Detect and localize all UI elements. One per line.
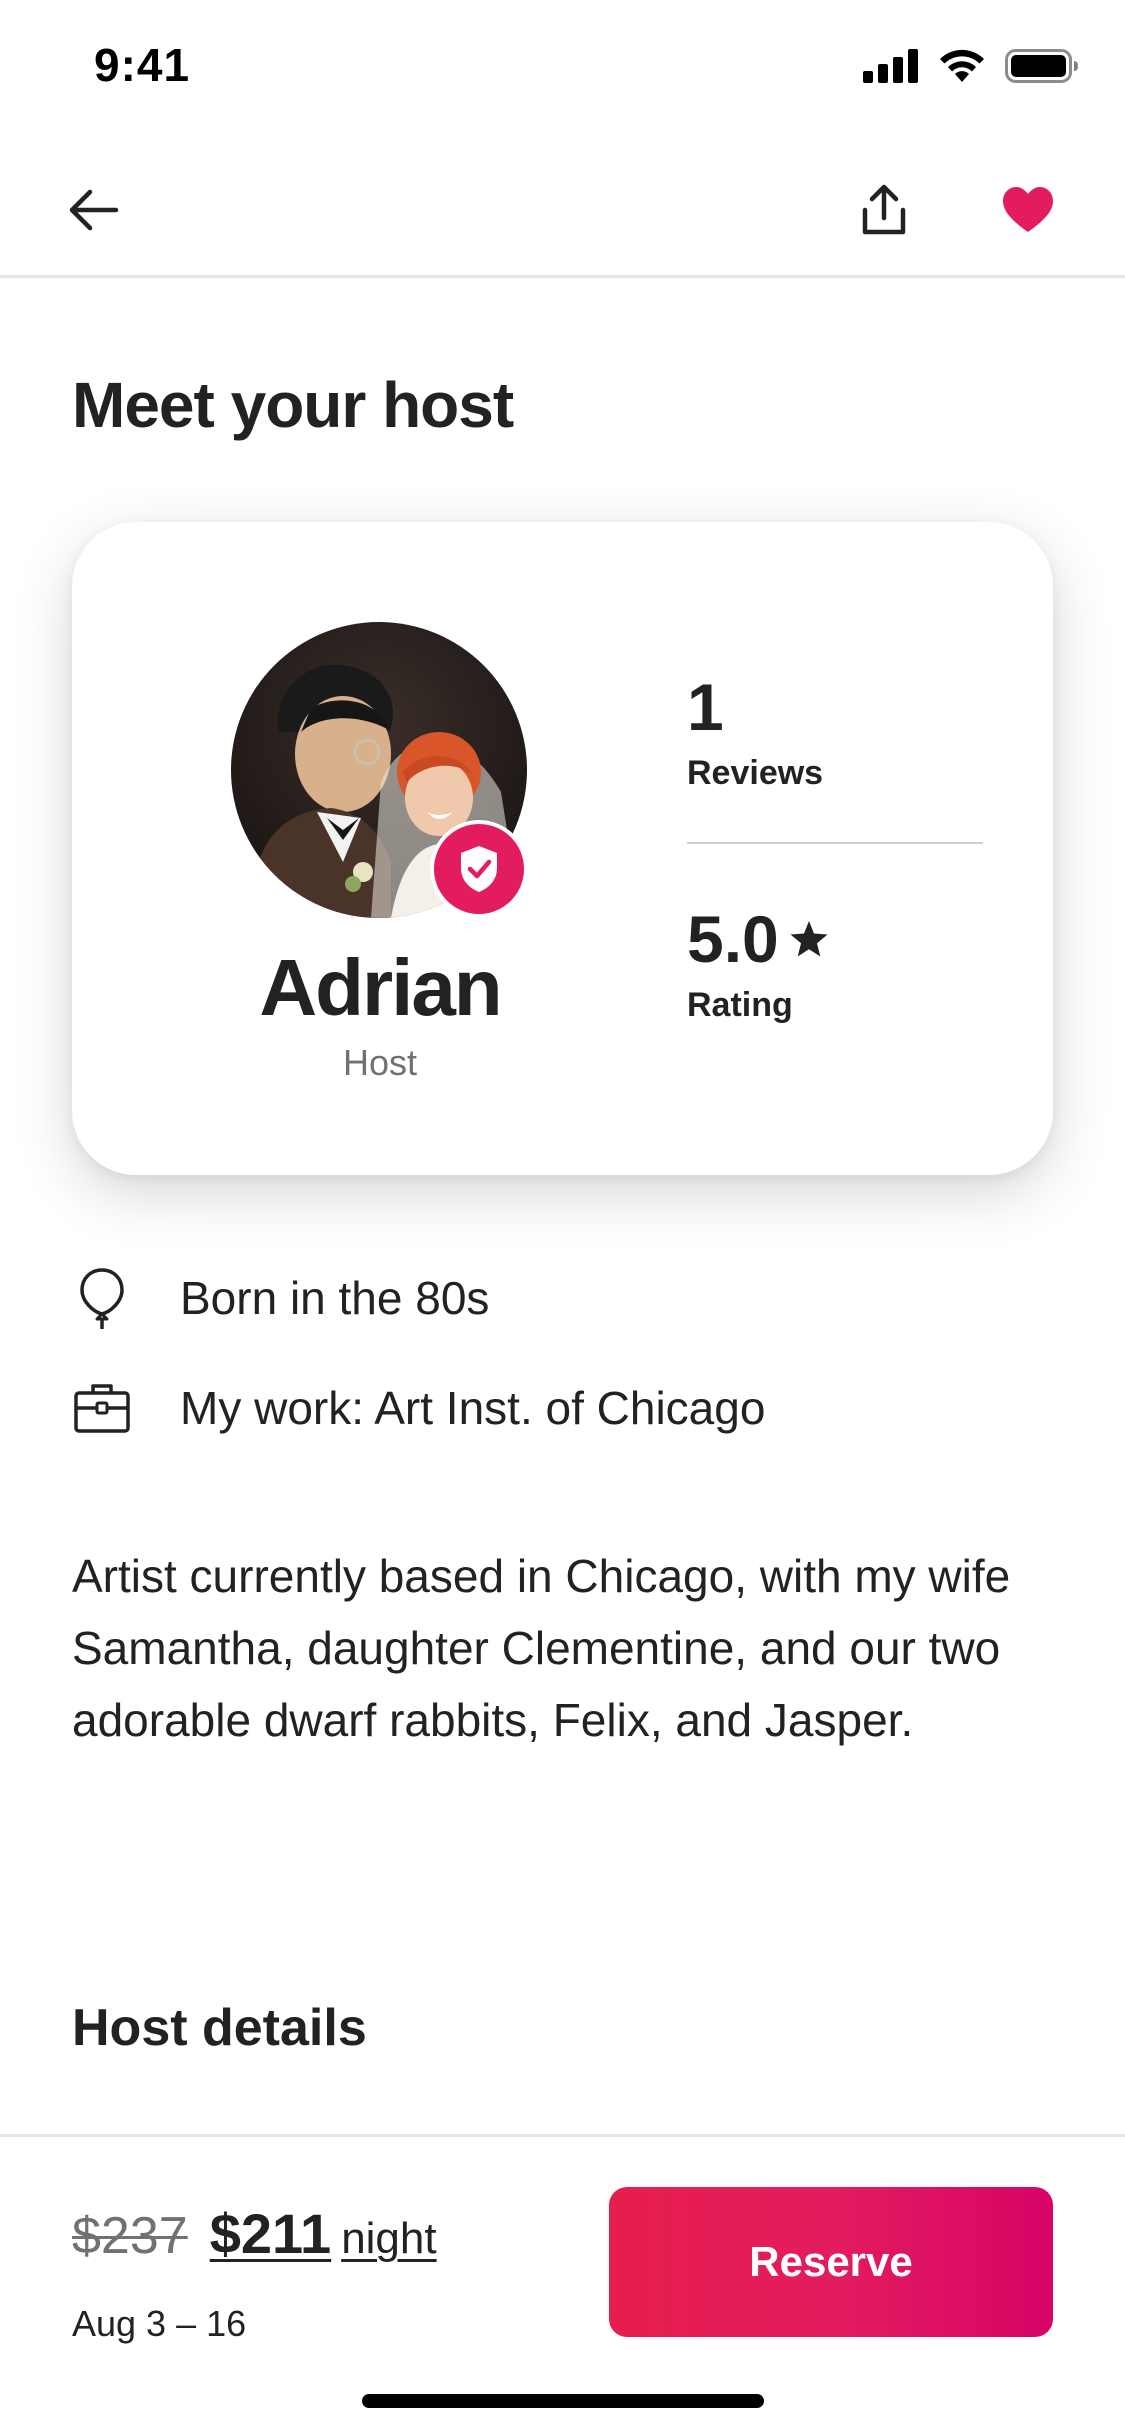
- rating-stat: 5.0 Rating: [687, 906, 829, 1025]
- save-button[interactable]: [990, 172, 1066, 248]
- status-time: 9:41: [94, 39, 191, 91]
- stat-divider: [687, 842, 983, 844]
- share-button[interactable]: [846, 172, 922, 248]
- rating-value: 5.0: [687, 902, 779, 976]
- fact-born: Born in the 80s: [72, 1268, 490, 1329]
- verified-badge: [430, 820, 528, 918]
- price-current: $211: [209, 2202, 332, 2265]
- status-icons: [863, 48, 1079, 84]
- host-profile-page: 9:41 Meet your host Adrian Host 1 Review…: [0, 0, 1125, 2436]
- reviews-label: Reviews: [687, 754, 824, 792]
- reviews-count: 1: [687, 670, 724, 744]
- balloon-icon: [72, 1268, 132, 1329]
- reserve-button[interactable]: Reserve: [609, 2187, 1053, 2337]
- price-line[interactable]: $237 $211 night: [72, 2201, 437, 2266]
- heart-icon: [1003, 187, 1053, 232]
- top-nav: [0, 140, 1125, 278]
- rating-value-row: 5.0: [687, 906, 829, 972]
- battery-icon: [1005, 49, 1078, 83]
- host-role: Host: [342, 1042, 418, 1083]
- briefcase-icon: [72, 1378, 132, 1438]
- rating-label: Rating: [687, 986, 793, 1024]
- home-indicator: [362, 2394, 764, 2408]
- host-card[interactable]: Adrian Host 1 Reviews 5.0 Rating: [72, 522, 1053, 1175]
- fact-work: My work: Art Inst. of Chicago: [72, 1378, 765, 1438]
- host-details-title: Host details: [72, 1999, 367, 2057]
- status-bar: 9:41: [0, 0, 1125, 140]
- fact-text: My work: Art Inst. of Chicago: [180, 1382, 766, 1434]
- arrow-left-icon: [69, 189, 119, 231]
- trip-dates[interactable]: Aug 3 – 16: [72, 2303, 246, 2345]
- page-title: Meet your host: [72, 369, 514, 441]
- price-unit: night: [341, 2214, 437, 2263]
- booking-footer: $237 $211 night Aug 3 – 16 Reserve: [0, 2134, 1125, 2436]
- fact-text: Born in the 80s: [180, 1272, 490, 1324]
- wifi-icon: [940, 49, 984, 82]
- star-icon: [790, 921, 828, 957]
- price-original: $237: [72, 2207, 188, 2265]
- share-icon: [862, 184, 906, 235]
- host-bio: Artist currently based in Chicago, with …: [72, 1550, 1011, 1746]
- host-name: Adrian: [259, 943, 502, 1032]
- shield-check-icon: [461, 846, 497, 892]
- cellular-signal-icon: [863, 49, 918, 83]
- reviews-stat: 1 Reviews: [687, 674, 823, 793]
- back-button[interactable]: [56, 172, 132, 248]
